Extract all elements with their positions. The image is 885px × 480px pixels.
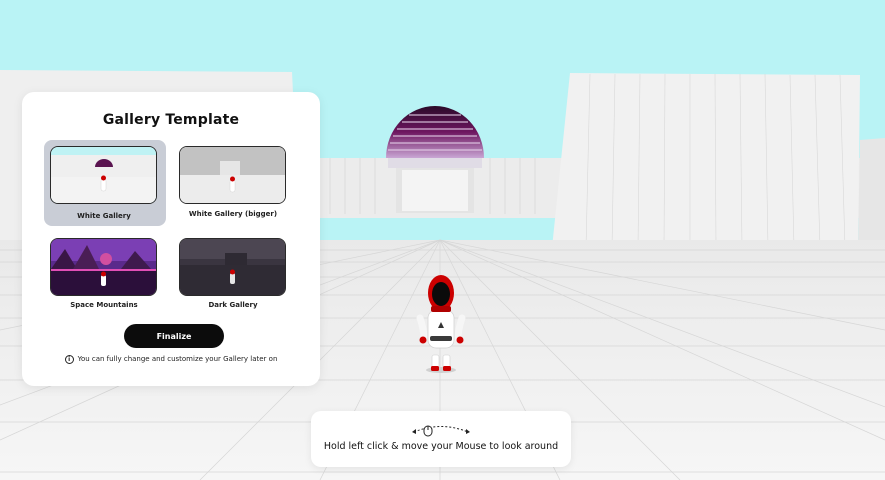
template-space-mountains[interactable]: Space Mountains — [44, 232, 166, 316]
template-label: White Gallery (bigger) — [188, 210, 278, 218]
white-gallery-thumbnail — [50, 146, 157, 204]
finalize-button[interactable]: Finalize — [124, 324, 224, 348]
dome-structure — [386, 106, 484, 213]
template-dark-gallery[interactable]: Dark Gallery — [173, 232, 295, 316]
template-label: White Gallery — [77, 212, 131, 220]
template-label: Dark Gallery — [208, 301, 258, 309]
info-icon: i — [64, 354, 74, 364]
gallery-template-panel: Gallery Template White Gallery White Gal… — [22, 92, 320, 386]
look-around-hint: Hold left click & move your Mouse to loo… — [311, 411, 571, 467]
template-white-gallery-bigger[interactable]: White Gallery (bigger) — [173, 140, 295, 226]
white-gallery-bigger-thumbnail — [179, 146, 286, 204]
panel-title: Gallery Template — [102, 112, 240, 128]
look-around-text: Hold left click & move your Mouse to loo… — [323, 441, 559, 452]
customize-hint-text: You can fully change and customize your … — [77, 355, 278, 363]
template-label: Space Mountains — [70, 301, 138, 309]
customize-hint: i You can fully change and customize you… — [22, 353, 320, 365]
template-white-gallery[interactable]: White Gallery — [44, 140, 166, 226]
space-mountains-thumbnail — [50, 238, 157, 296]
mouse-drag-icon — [412, 425, 470, 437]
dark-gallery-thumbnail — [179, 238, 286, 296]
